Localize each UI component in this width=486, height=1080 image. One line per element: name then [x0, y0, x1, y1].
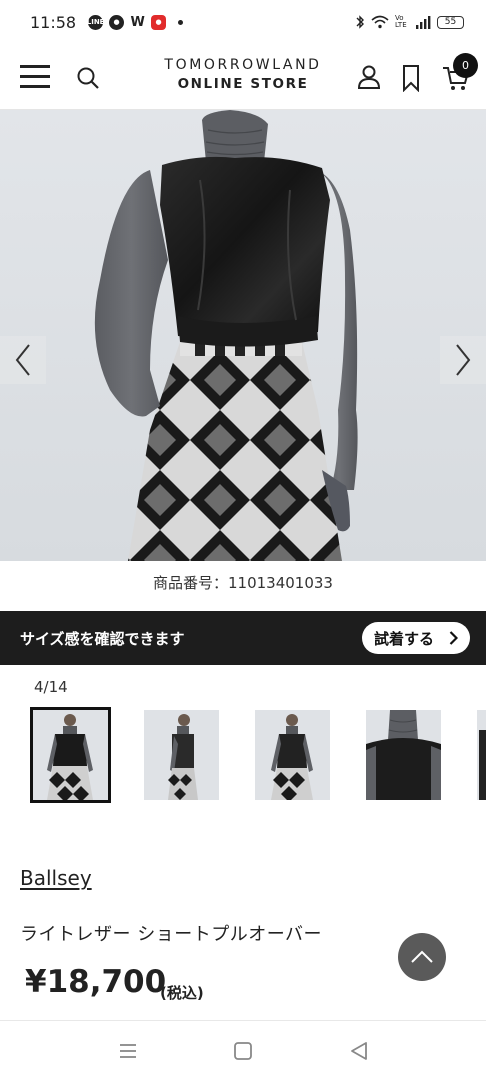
messenger-icon: ● — [109, 14, 125, 30]
thumbnail-image — [144, 710, 219, 800]
size-check-text: サイズ感を確認できます — [20, 630, 185, 648]
site-header: TOMORROWLAND ONLINE STORE — [0, 44, 486, 110]
thumbnail-image — [255, 710, 330, 800]
battery-level: 55 — [444, 17, 457, 27]
product-main-image[interactable] — [0, 110, 486, 561]
chevron-up-icon — [411, 950, 433, 963]
system-navigation-bar — [0, 1020, 486, 1080]
signal-text: Vo LTE — [395, 14, 407, 29]
size-check-bar: サイズ感を確認できます 試着する — [0, 611, 486, 665]
w-icon: W — [130, 14, 145, 30]
product-number: 商品番号：11013401033 — [153, 574, 333, 592]
try-on-label: 試着する — [374, 629, 435, 648]
menu-icon[interactable] — [20, 65, 50, 89]
cart-count-badge: 0 — [453, 53, 478, 78]
thumbnail-image — [366, 710, 441, 800]
bluetooth-icon — [356, 15, 364, 29]
logo-line-2: ONLINE STORE — [177, 76, 309, 92]
battery-icon: 55 — [437, 15, 464, 29]
wifi-icon — [371, 15, 389, 29]
signal-icon — [416, 15, 431, 29]
status-time: 11:58 — [30, 12, 77, 32]
thumbnail-front[interactable] — [30, 707, 111, 803]
home-icon[interactable] — [232, 1041, 254, 1061]
logo-line-1: TOMORROWLAND — [164, 57, 322, 73]
status-app-icons: LINE ● W ● — [87, 14, 184, 30]
product-price: ¥18,700 — [25, 964, 167, 1000]
scroll-to-top-button[interactable] — [398, 933, 446, 981]
image-counter: 4/14 — [34, 678, 68, 696]
thumbnail-next-partial[interactable] — [477, 710, 486, 800]
thumbnail-image — [33, 710, 108, 800]
more-notifications-icon — [178, 19, 184, 25]
thumbnail-image — [477, 710, 486, 800]
chevron-right-icon — [456, 344, 471, 376]
status-bar: 11:58 LINE ● W ● Vo LTE 55 — [0, 0, 486, 44]
chevron-left-icon — [15, 344, 30, 376]
back-icon[interactable] — [348, 1041, 370, 1061]
thumbnail-side[interactable] — [144, 710, 219, 800]
app-red-icon: ● — [151, 14, 167, 30]
bookmark-icon[interactable] — [400, 64, 422, 92]
site-logo[interactable]: TOMORROWLAND ONLINE STORE — [143, 56, 343, 94]
tax-note: (税込) — [160, 984, 204, 1002]
status-right: Vo LTE 55 — [355, 15, 464, 29]
thumbnail-back[interactable] — [255, 710, 330, 800]
product-name: ライトレザー ショートプルオーバー — [20, 924, 323, 945]
prev-image-button[interactable] — [0, 336, 46, 384]
line-icon: LINE — [87, 14, 104, 30]
recent-apps-icon[interactable] — [117, 1041, 139, 1061]
product-photo — [94, 110, 358, 561]
user-icon[interactable] — [356, 64, 382, 90]
chevron-right-icon — [449, 631, 458, 645]
thumbnail-collar[interactable] — [366, 710, 441, 800]
try-on-button[interactable]: 試着する — [362, 622, 470, 654]
brand-link[interactable]: Ballsey — [20, 866, 92, 890]
next-image-button[interactable] — [440, 336, 486, 384]
search-icon[interactable] — [76, 66, 100, 90]
